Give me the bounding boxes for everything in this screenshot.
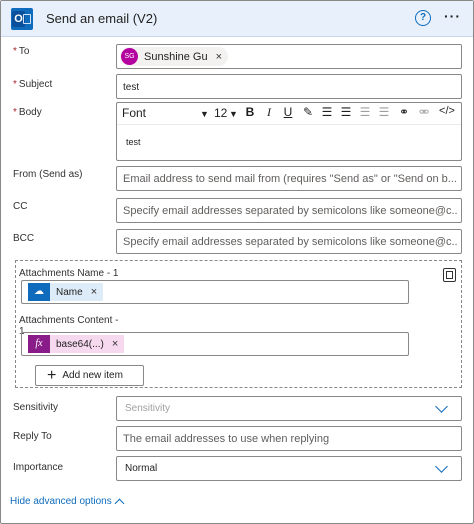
to-field[interactable]: SG Sunshine Gu × [116,44,462,69]
sensitivity-label: Sensitivity [13,402,59,413]
importance-value: Normal [125,463,158,474]
bcc-label: BCC [13,233,35,244]
action-card: O Send an email (V2) ? ··· * To SG Sunshi… [0,0,474,524]
copy-icon[interactable] [443,268,456,282]
decrease-indent-icon[interactable]: ☰ [358,105,372,119]
link-icon[interactable]: ⚭ [397,105,411,119]
avatar: SG [121,48,138,65]
plus-icon: + [47,366,57,384]
importance-select[interactable]: Normal [116,456,462,481]
unlink-icon[interactable]: ⚮ [417,105,431,119]
numbered-list-icon[interactable]: ☰ [339,105,353,119]
add-new-item-label: Add new item [62,370,123,381]
more-options-icon[interactable]: ··· [444,8,461,24]
subject-value: test [123,82,140,93]
attachment-name-field[interactable]: ☁ Name × [21,280,409,304]
remove-expression-token-icon[interactable]: × [112,338,118,350]
body-value: test [126,137,141,147]
chevron-down-icon [435,460,448,473]
add-new-item-button[interactable]: + Add new item [35,365,144,386]
subject-field[interactable]: test [116,74,462,99]
importance-label: Importance [13,462,64,473]
outlook-icon: O [11,8,33,30]
help-icon[interactable]: ? [415,10,431,26]
formatting-toolbar: Font ▼ 12 ▼ B I U ✎ ☰ ☰ ☰ ☰ ⚭ ⚮ </> [117,103,461,125]
bold-icon[interactable]: B [243,105,257,119]
expression-token[interactable]: fx base64(...) × [28,335,125,353]
subject-label: * Subject [13,79,53,90]
cc-placeholder: Specify email addresses separated by sem… [123,205,457,217]
cloud-icon: ☁ [28,283,50,301]
font-select[interactable]: Font [122,106,207,120]
required-marker: * [13,107,17,118]
action-header[interactable]: O Send an email (V2) ? ··· [1,1,473,37]
action-title[interactable]: Send an email (V2) [46,11,157,26]
recipient-token[interactable]: SG Sunshine Gu × [120,47,229,66]
reply-to-placeholder: The email addresses to use when replying [123,433,330,445]
body-editor[interactable]: Font ▼ 12 ▼ B I U ✎ ☰ ☰ ☰ ☰ ⚭ ⚮ </> test [116,102,462,161]
cc-label: CC [13,201,28,212]
code-view-icon[interactable]: </> [437,105,457,117]
from-placeholder: Email address to send mail from (require… [123,173,457,185]
chevron-up-icon[interactable] [114,498,125,509]
function-icon: fx [28,335,50,353]
remove-recipient-icon[interactable]: × [216,51,222,63]
from-label: From (Send as) [13,169,83,180]
font-color-icon[interactable]: ✎ [301,105,315,119]
chevron-down-icon [435,400,448,413]
cc-field[interactable]: Specify email addresses separated by sem… [116,198,462,223]
italic-icon[interactable]: I [262,105,276,120]
font-size-dropdown-icon[interactable]: ▼ [229,109,238,119]
attachment-content-field[interactable]: fx base64(...) × [21,332,409,356]
reply-to-label: Reply To [13,431,52,442]
bcc-field[interactable]: Specify email addresses separated by sem… [116,229,462,254]
bcc-placeholder: Specify email addresses separated by sem… [123,236,457,248]
from-field[interactable]: Email address to send mail from (require… [116,166,462,191]
recipient-name: Sunshine Gu [144,50,208,63]
expression-token-label: base64(...) [56,338,104,350]
attachment-name-label: Attachments Name - 1 [19,268,119,279]
underline-icon[interactable]: U [281,105,295,119]
required-marker: * [13,46,17,57]
name-token[interactable]: ☁ Name × [28,283,104,301]
font-dropdown-icon[interactable]: ▼ [200,109,209,119]
required-marker: * [13,79,17,90]
to-label: * To [13,46,30,57]
remove-name-token-icon[interactable]: × [91,286,97,298]
font-size-select[interactable]: 12 [214,106,227,120]
increase-indent-icon[interactable]: ☰ [377,105,391,119]
name-token-label: Name [56,286,83,298]
hide-advanced-options-link[interactable]: Hide advanced options [10,496,112,507]
sensitivity-placeholder: Sensitivity [125,403,171,414]
bulleted-list-icon[interactable]: ☰ [320,105,334,119]
body-label: * Body [13,107,42,118]
sensitivity-select[interactable]: Sensitivity [116,396,462,421]
reply-to-field[interactable]: The email addresses to use when replying [116,426,462,451]
attachments-group: Attachments Name - 1 ☁ Name × Attachment… [15,260,462,388]
